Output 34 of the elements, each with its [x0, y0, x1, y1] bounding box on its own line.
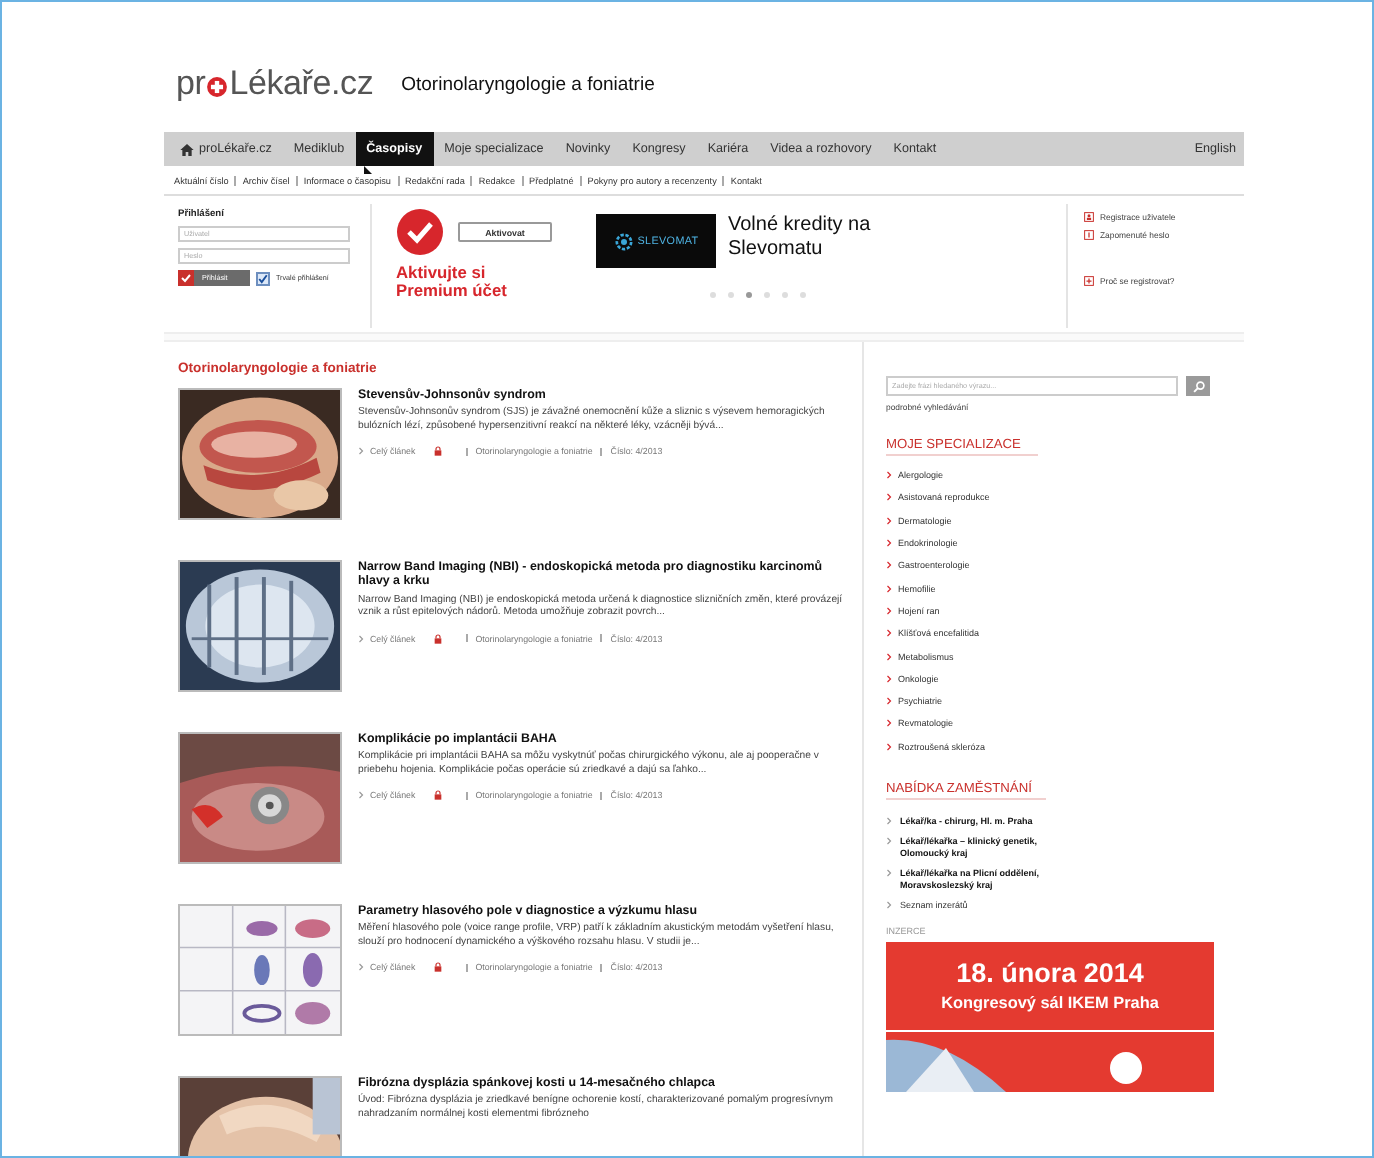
promo-headline[interactable]: Volné kredity na Slevomatu [728, 214, 938, 262]
checkmark-icon [396, 208, 444, 256]
chevron-icon [358, 962, 364, 973]
lock-icon [433, 790, 442, 801]
carousel-dot[interactable] [764, 292, 770, 298]
event-date: 18. února 2014 [956, 958, 1144, 989]
carousel-dot[interactable] [746, 292, 752, 298]
event-venue: Kongresový sál IKEM Praha [941, 994, 1159, 1013]
chevron-icon [886, 868, 892, 879]
chevron-icon [886, 628, 892, 639]
logo[interactable]: pr Lékaře.cz [176, 64, 374, 104]
lock-icon [433, 962, 442, 973]
plus-icon [1084, 276, 1094, 286]
carousel-dot[interactable] [782, 292, 788, 298]
search-button[interactable] [1186, 376, 1210, 396]
chevron-icon [358, 633, 364, 644]
user-icon [1084, 212, 1094, 222]
carousel-dot[interactable] [728, 292, 734, 298]
carousel-dot[interactable] [800, 292, 806, 298]
chevron-icon [886, 741, 892, 752]
home-icon [179, 143, 193, 155]
event-banner[interactable]: 18. února 2014 Kongresový sál IKEM Praha [886, 941, 1214, 1032]
carousel-dot[interactable] [710, 292, 716, 298]
premium-text: Aktivujte si Premium účet [396, 264, 509, 300]
chevron-icon [358, 446, 364, 457]
chevron-icon [886, 515, 892, 526]
lock-icon [433, 446, 442, 457]
remember-checkbox[interactable] [256, 271, 270, 285]
checkmark-icon [178, 270, 194, 286]
chevron-icon [358, 790, 364, 801]
info-icon [1084, 230, 1094, 240]
chevron-icon [886, 900, 892, 911]
lock-icon [433, 633, 442, 644]
section-title: Otorinolaryngologie a foniatrie [401, 73, 655, 95]
